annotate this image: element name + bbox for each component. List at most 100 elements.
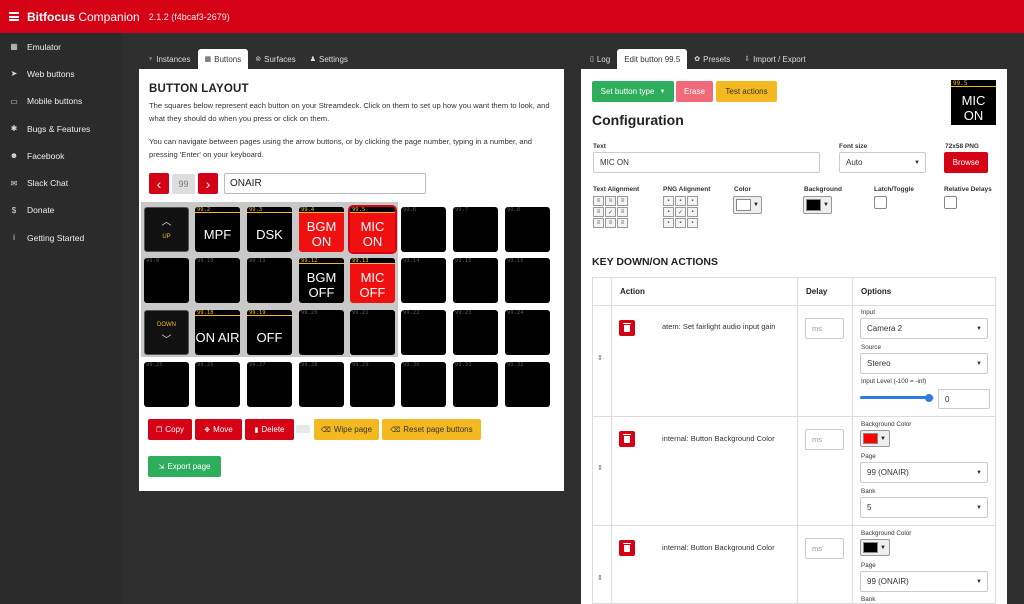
key-button[interactable]: 99.8	[505, 207, 550, 252]
key-button[interactable]: 99.25	[144, 362, 189, 407]
tab-instances[interactable]: ♆ Instances	[141, 49, 198, 69]
tab-surfaces[interactable]: ⊚ Surfaces	[248, 49, 302, 69]
drag-handle-icon[interactable]: ⇕	[597, 574, 603, 582]
input-select[interactable]: Camera 2 ▼	[860, 318, 988, 339]
set-button-type-button[interactable]: Set button type ▼	[592, 81, 674, 102]
tab-log[interactable]: ▯ Log	[583, 49, 617, 69]
latch-toggle-checkbox[interactable]	[874, 196, 887, 209]
key-button[interactable]: 99.22	[401, 310, 446, 355]
key-button[interactable]: 99.9	[144, 258, 189, 303]
key-button[interactable]: 99.28	[299, 362, 344, 407]
delay-input[interactable]: ms	[805, 538, 844, 559]
delay-input[interactable]: ms	[805, 318, 844, 339]
align-option[interactable]: ≡	[593, 218, 604, 228]
sidebar-item-emulator[interactable]: ▦ Emulator	[0, 33, 122, 60]
input-level-number[interactable]: 0	[938, 389, 990, 409]
key-button[interactable]: 99.10	[195, 258, 240, 303]
sidebar-item-donate[interactable]: $ Donate	[0, 197, 122, 224]
align-option[interactable]: ≡	[617, 218, 628, 228]
button-text-input[interactable]: MIC ON	[593, 152, 820, 173]
key-button[interactable]: 99.16	[505, 258, 550, 303]
key-button[interactable]: 99.7	[453, 207, 498, 252]
align-option[interactable]: ≡	[617, 207, 628, 217]
erase-button[interactable]: Erase	[676, 81, 713, 102]
align-option[interactable]: ≡	[617, 196, 628, 206]
bank-select[interactable]: 5 ▼	[860, 497, 988, 518]
key-button[interactable]: 99.23	[453, 310, 498, 355]
align-option[interactable]: ▪	[687, 218, 698, 228]
page-select[interactable]: 99 (ONAIR) ▼	[860, 462, 988, 483]
sidebar-item-web-buttons[interactable]: ➤ Web buttons	[0, 60, 122, 87]
sidebar-item-slack-chat[interactable]: ✉ Slack Chat	[0, 169, 122, 196]
key-button[interactable]: 99.27	[247, 362, 292, 407]
page-up-button[interactable]: ︿ UP	[144, 207, 189, 252]
browse-button[interactable]: Browse	[944, 152, 988, 173]
input-level-slider-handle[interactable]	[925, 394, 933, 402]
source-select[interactable]: Stereo ▼	[860, 353, 988, 374]
page-down-button[interactable]: DOWN ﹀	[144, 310, 189, 355]
copy-button[interactable]: ❐ Copy	[148, 419, 192, 440]
page-select[interactable]: 99 (ONAIR) ▼	[860, 571, 988, 592]
font-size-select[interactable]: Auto ▼	[839, 152, 926, 173]
key-button[interactable]: 99.5 MIC ON	[348, 205, 397, 254]
drag-handle-icon[interactable]: ⇕	[597, 354, 603, 362]
text-alignment-grid[interactable]: ≡ ≡ ≡ ≡ ✓ ≡ ≡ ≡ ≡	[593, 196, 628, 228]
background-color-picker[interactable]: ▼	[803, 196, 832, 214]
align-option[interactable]: ≡	[593, 196, 604, 206]
key-button[interactable]: 99.4 BGM ON	[299, 207, 344, 252]
move-button[interactable]: ✥ Move	[195, 419, 242, 440]
key-button[interactable]: 99.6	[401, 207, 446, 252]
align-option-selected[interactable]: ✓	[605, 207, 616, 217]
prev-page-button[interactable]: ‹	[149, 173, 169, 194]
menu-icon[interactable]	[9, 12, 19, 21]
key-button[interactable]: 99.11	[247, 258, 292, 303]
key-button[interactable]: 99.26	[195, 362, 240, 407]
key-button[interactable]: 99.3 DSK	[247, 207, 292, 252]
tab-import-export[interactable]: ⇩ Import / Export	[737, 49, 812, 69]
align-option[interactable]: ▪	[675, 218, 686, 228]
key-button[interactable]: 99.20	[299, 310, 344, 355]
delete-action-button[interactable]	[619, 431, 635, 447]
align-option[interactable]: ▪	[687, 207, 698, 217]
sidebar-item-facebook[interactable]: ☻ Facebook	[0, 142, 122, 169]
relative-delays-checkbox[interactable]	[944, 196, 957, 209]
export-page-button[interactable]: ⇲ Export page	[148, 456, 221, 477]
page-name-input[interactable]: ONAIR	[224, 173, 426, 194]
align-option[interactable]: ▪	[675, 196, 686, 206]
png-alignment-grid[interactable]: ▪ ▪ ▪ ▪ ✓ ▪ ▪ ▪ ▪	[663, 196, 698, 228]
sidebar-item-bugs-features[interactable]: ✱ Bugs & Features	[0, 115, 122, 142]
tab-edit-button-99-5[interactable]: Edit button 99.5	[617, 49, 688, 69]
tab-settings[interactable]: ♟ Settings	[303, 49, 355, 69]
key-button[interactable]: 99.14	[401, 258, 446, 303]
background-color-picker[interactable]: ▼	[860, 430, 890, 447]
delay-input[interactable]: ms	[805, 429, 844, 450]
key-button[interactable]: 99.29	[350, 362, 395, 407]
sidebar-item-mobile-buttons[interactable]: ▭ Mobile buttons	[0, 88, 122, 115]
wipe-page-button[interactable]: ⌫ Wipe page	[314, 419, 379, 440]
align-option[interactable]: ▪	[663, 207, 674, 217]
key-button[interactable]: 99.31	[453, 362, 498, 407]
key-button[interactable]: 99.13 MIC OFF	[350, 258, 395, 303]
text-color-picker[interactable]: ▼	[733, 196, 762, 214]
align-option[interactable]: ▪	[687, 196, 698, 206]
tab-buttons[interactable]: ▦ Buttons	[197, 49, 249, 69]
test-actions-button[interactable]: Test actions	[716, 81, 777, 102]
key-button[interactable]: 99.18 ON AIR	[195, 310, 240, 355]
reset-page-button[interactable]: ⌫ Reset page buttons	[382, 419, 481, 440]
align-option[interactable]: ▪	[663, 218, 674, 228]
key-button[interactable]: 99.2 MPF	[195, 207, 240, 252]
delete-action-button[interactable]	[619, 540, 635, 556]
key-button[interactable]: 99.30	[401, 362, 446, 407]
align-option[interactable]: ≡	[605, 218, 616, 228]
key-button[interactable]: 99.19 OFF	[247, 310, 292, 355]
drag-handle-icon[interactable]: ⇕	[597, 464, 603, 472]
align-option-selected[interactable]: ✓	[675, 207, 686, 217]
next-page-button[interactable]: ›	[198, 173, 218, 194]
key-button[interactable]: 99.32	[505, 362, 550, 407]
tab-presets[interactable]: ✿ Presets	[687, 49, 737, 69]
key-button[interactable]: 99.21	[350, 310, 395, 355]
background-color-picker[interactable]: ▼	[860, 539, 890, 556]
page-number[interactable]: 99	[172, 174, 195, 194]
align-option[interactable]: ≡	[593, 207, 604, 217]
key-button[interactable]: 99.24	[505, 310, 550, 355]
